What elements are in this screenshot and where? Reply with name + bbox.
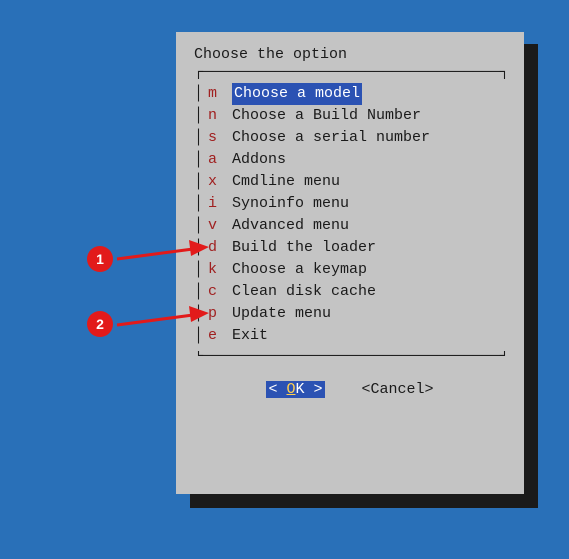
border-pipe: │ <box>194 105 208 127</box>
menu-item-addons[interactable]: │ a Addons <box>194 149 506 171</box>
list-border-bottom: └─────────────────────────────────┘ <box>194 351 506 363</box>
menu-hotkey: x <box>208 171 232 193</box>
menu-item-exit[interactable]: │ e Exit <box>194 325 506 347</box>
menu-label: Build the loader <box>232 237 376 259</box>
options-dialog: Choose the option ┌─────────────────────… <box>176 32 524 494</box>
menu-label: Advanced menu <box>232 215 349 237</box>
menu-hotkey: c <box>208 281 232 303</box>
annotation-number: 1 <box>96 251 104 267</box>
menu-label: Choose a Build Number <box>232 105 421 127</box>
menu-item-choose-serial[interactable]: │ s Choose a serial number <box>194 127 506 149</box>
dialog-title: Choose the option <box>194 46 506 63</box>
menu-label: Choose a serial number <box>232 127 430 149</box>
menu-hotkey: i <box>208 193 232 215</box>
menu-item-clean-cache[interactable]: │ c Clean disk cache <box>194 281 506 303</box>
menu-label: Choose a model <box>232 83 362 105</box>
menu-label: Update menu <box>232 303 331 325</box>
menu-label: Choose a keymap <box>232 259 367 281</box>
menu-label: Exit <box>232 325 268 347</box>
ok-prefix: < <box>268 381 286 398</box>
menu-hotkey: a <box>208 149 232 171</box>
menu-hotkey: d <box>208 237 232 259</box>
menu-hotkey: p <box>208 303 232 325</box>
menu-hotkey: s <box>208 127 232 149</box>
menu-item-update-menu[interactable]: │ p Update menu <box>194 303 506 325</box>
menu-item-synoinfo[interactable]: │ i Synoinfo menu <box>194 193 506 215</box>
menu-list: │ m Choose a model │ n Choose a Build Nu… <box>194 79 506 351</box>
border-pipe: │ <box>194 149 208 171</box>
menu-item-build-loader[interactable]: │ d Build the loader <box>194 237 506 259</box>
menu-hotkey: k <box>208 259 232 281</box>
annotation-badge-2: 2 <box>87 311 113 337</box>
menu-item-advanced[interactable]: │ v Advanced menu <box>194 215 506 237</box>
border-pipe: │ <box>194 127 208 149</box>
annotation-badge-1: 1 <box>87 246 113 272</box>
arrow-icon <box>113 237 209 265</box>
border-pipe: │ <box>194 193 208 215</box>
menu-item-choose-build[interactable]: │ n Choose a Build Number <box>194 105 506 127</box>
menu-hotkey: n <box>208 105 232 127</box>
arrow-icon <box>113 303 209 331</box>
border-pipe: │ <box>194 281 208 303</box>
menu-item-cmdline[interactable]: │ x Cmdline menu <box>194 171 506 193</box>
border-pipe: │ <box>194 171 208 193</box>
ok-button[interactable]: < OK > <box>266 381 324 398</box>
border-pipe: │ <box>194 83 208 105</box>
border-pipe: │ <box>194 215 208 237</box>
menu-hotkey: m <box>208 83 232 105</box>
ok-rest: K > <box>295 381 322 398</box>
menu-item-choose-model[interactable]: │ m Choose a model <box>194 83 506 105</box>
menu-label: Cmdline menu <box>232 171 340 193</box>
menu-hotkey: v <box>208 215 232 237</box>
menu-label: Synoinfo menu <box>232 193 349 215</box>
cancel-button[interactable]: <Cancel> <box>362 381 434 398</box>
menu-label: Clean disk cache <box>232 281 376 303</box>
annotation-number: 2 <box>96 316 104 332</box>
menu-label: Addons <box>232 149 286 171</box>
list-border-top: ┌─────────────────────────────────┐ <box>194 67 506 79</box>
dialog-buttons: < OK > <Cancel> <box>194 381 506 398</box>
menu-item-choose-keymap[interactable]: │ k Choose a keymap <box>194 259 506 281</box>
menu-hotkey: e <box>208 325 232 347</box>
